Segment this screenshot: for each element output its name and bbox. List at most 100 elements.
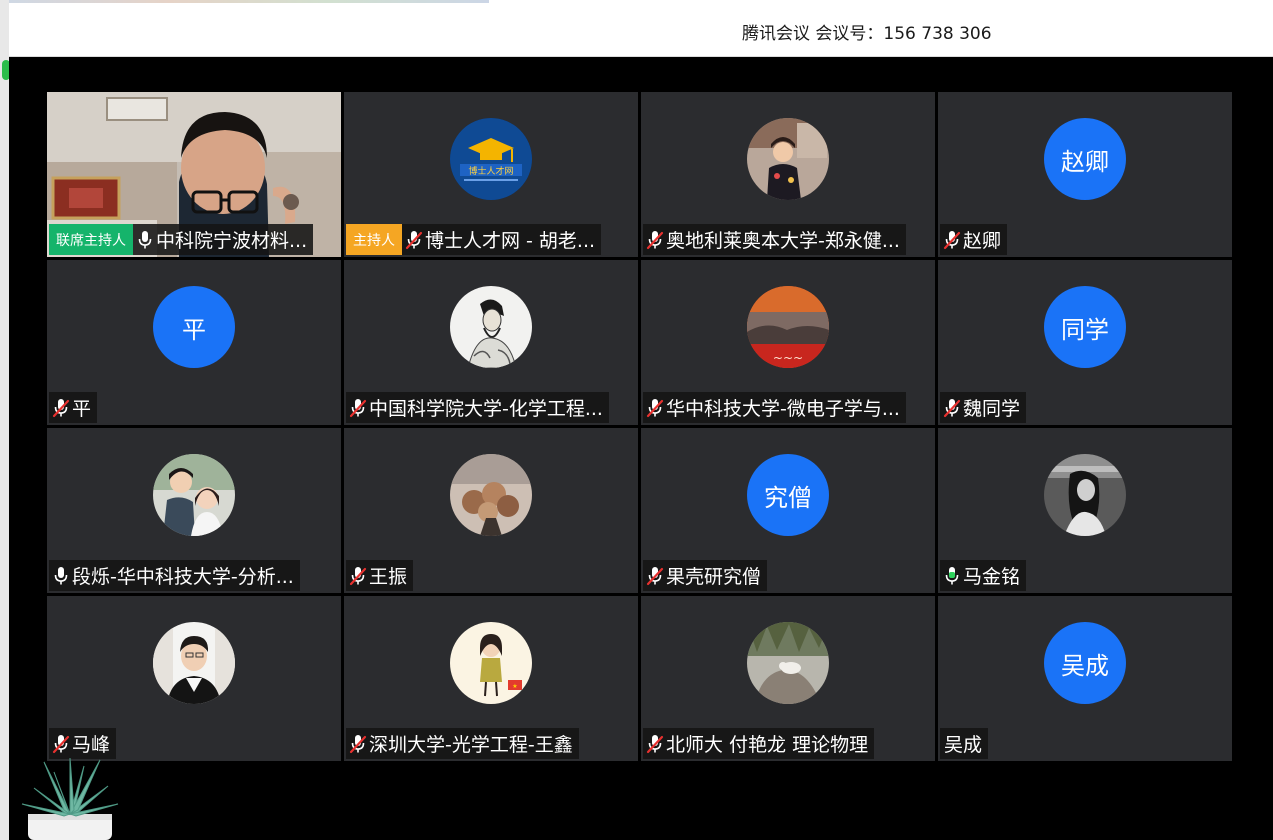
participant-name: 王振 (369, 566, 408, 588)
participant-name-box: 中国科学院大学-化学工程... (346, 392, 609, 423)
meeting-title: 腾讯会议 会议号：156 738 306 (742, 24, 992, 44)
participant-name: 北师大 付艳龙 理论物理 (666, 734, 869, 756)
participant-tile[interactable]: 同学 魏同学 (938, 260, 1232, 425)
participant-label: 深圳大学-光学工程-王鑫 (346, 728, 579, 759)
participant-tile[interactable]: ★ 深圳大学-光学工程-王鑫 (344, 596, 638, 761)
sunset-photo-icon: ~~~ (747, 286, 829, 368)
participant-name-box: 魏同学 (940, 392, 1027, 423)
title-bar-thumbnail-strip (9, 0, 489, 3)
participant-tile[interactable]: 马金铭 (938, 428, 1232, 593)
participant-name: 吴成 (944, 734, 983, 756)
participant-name-box: 奥地利莱奥本大学-郑永健... (643, 224, 906, 255)
participant-tile[interactable]: 北师大 付艳龙 理论物理 (641, 596, 935, 761)
microphone-muted-icon (349, 734, 367, 753)
participant-label: 奥地利莱奥本大学-郑永健... (643, 224, 906, 255)
participant-name: 奥地利莱奥本大学-郑永健... (666, 230, 900, 252)
participant-name-box: 华中科技大学-微电子学与... (643, 392, 906, 423)
participant-tile[interactable]: 赵卿 赵卿 (938, 92, 1232, 257)
microphone-muted-icon (646, 398, 664, 417)
participant-name: 博士人才网 - 胡老... (425, 230, 596, 252)
microphone-icon (54, 566, 68, 584)
participant-tile[interactable]: 中国科学院大学-化学工程... (344, 260, 638, 425)
participant-avatar (747, 622, 829, 704)
participant-avatar: 吴成 (1044, 622, 1126, 704)
flowers-photo-icon (450, 454, 532, 536)
participant-name-box: 博士人才网 - 胡老... (402, 224, 602, 255)
participant-label: 联席主持人 中科院宁波材料... (49, 224, 314, 255)
microphone-muted-icon (52, 734, 70, 753)
participant-name-box: 赵卿 (940, 224, 1008, 255)
participant-avatar (450, 286, 532, 368)
ink-portrait-icon (450, 286, 532, 368)
participant-name-box: 果壳研究僧 (643, 560, 768, 591)
participant-name: 马金铭 (963, 566, 1021, 588)
participant-tile[interactable]: 段烁-华中科技大学-分析... (47, 428, 341, 593)
participant-tile[interactable]: 奥地利莱奥本大学-郑永健... (641, 92, 935, 257)
microphone-muted-icon (349, 566, 367, 585)
man-portrait-icon (153, 622, 235, 704)
microphone-muted-icon (646, 566, 664, 585)
participant-name: 深圳大学-光学工程-王鑫 (369, 734, 573, 756)
microphone-muted-icon (52, 398, 70, 417)
participant-label: 段烁-华中科技大学-分析... (49, 560, 300, 591)
participant-tile[interactable]: ~~~ 华中科技大学-微电子学与... (641, 260, 935, 425)
participant-label: 华中科技大学-微电子学与... (643, 392, 906, 423)
participant-name: 赵卿 (963, 230, 1002, 252)
participant-avatar: 赵卿 (1044, 118, 1126, 200)
participant-label: 果壳研究僧 (643, 560, 768, 591)
participant-name: 华中科技大学-微电子学与... (666, 398, 900, 420)
participant-name: 段烁-华中科技大学-分析... (72, 566, 294, 588)
svg-text:~~~: ~~~ (773, 351, 803, 365)
participant-name-box: 中科院宁波材料... (133, 224, 314, 255)
participant-label: 赵卿 (940, 224, 1008, 255)
participant-name-box: 段烁-华中科技大学-分析... (49, 560, 300, 591)
participant-avatar: 究僧 (747, 454, 829, 536)
microphone-muted-icon (349, 398, 367, 417)
participant-avatar (450, 454, 532, 536)
participant-tile[interactable]: 联席主持人 中科院宁波材料... (47, 92, 341, 257)
graduation-cap-logo-icon: 博士人才网 (450, 118, 532, 200)
participant-label: 王振 (346, 560, 414, 591)
rock-photo-icon (747, 622, 829, 704)
participant-tile[interactable]: 王振 (344, 428, 638, 593)
participant-avatar (153, 622, 235, 704)
participant-avatar (747, 118, 829, 200)
participant-label: 北师大 付艳龙 理论物理 (643, 728, 875, 759)
participant-avatar: 博士人才网 (450, 118, 532, 200)
couple-photo-icon (153, 454, 235, 536)
participant-avatar (153, 454, 235, 536)
participant-tile[interactable]: 吴成 吴成 (938, 596, 1232, 761)
participant-tile[interactable]: 平平 (47, 260, 341, 425)
microphone-muted-icon (943, 398, 961, 417)
participant-avatar: 同学 (1044, 286, 1126, 368)
participant-avatar: 平 (153, 286, 235, 368)
microphone-icon (138, 230, 152, 248)
succulent-plant-icon (21, 757, 119, 840)
microphone-muted-icon (943, 230, 961, 249)
title-bar[interactable]: 腾讯会议 会议号：156 738 306 (9, 0, 1273, 57)
participant-label: 平 (49, 392, 98, 423)
microphone-speaking-icon (945, 566, 959, 584)
participant-name: 中国科学院大学-化学工程... (369, 398, 603, 420)
participant-label: 魏同学 (940, 392, 1027, 423)
participant-name-box: 平 (49, 392, 98, 423)
microphone-muted-icon (405, 230, 423, 249)
participant-name: 中科院宁波材料... (156, 230, 308, 252)
participant-label: 主持人 博士人才网 - 胡老... (346, 224, 602, 255)
participant-avatar (1044, 454, 1126, 536)
desktop-edge (0, 0, 10, 840)
cartoon-girl-icon: ★ (450, 622, 532, 704)
participant-name-box: 深圳大学-光学工程-王鑫 (346, 728, 579, 759)
participant-name-box: 王振 (346, 560, 414, 591)
participant-tile[interactable]: 马峰 (47, 596, 341, 761)
participant-tile[interactable]: 究僧果壳研究僧 (641, 428, 935, 593)
participant-label: 吴成 (940, 728, 989, 759)
svg-text:★: ★ (512, 683, 517, 690)
participant-avatar: ~~~ (747, 286, 829, 368)
participant-name: 果壳研究僧 (666, 566, 762, 588)
child-photo-icon (747, 118, 829, 200)
bw-portrait-icon (1044, 454, 1126, 536)
participant-label: 马金铭 (940, 560, 1027, 591)
participant-tile[interactable]: 博士人才网主持人 博士人才网 - 胡老... (344, 92, 638, 257)
participant-name-box: 吴成 (940, 728, 989, 759)
